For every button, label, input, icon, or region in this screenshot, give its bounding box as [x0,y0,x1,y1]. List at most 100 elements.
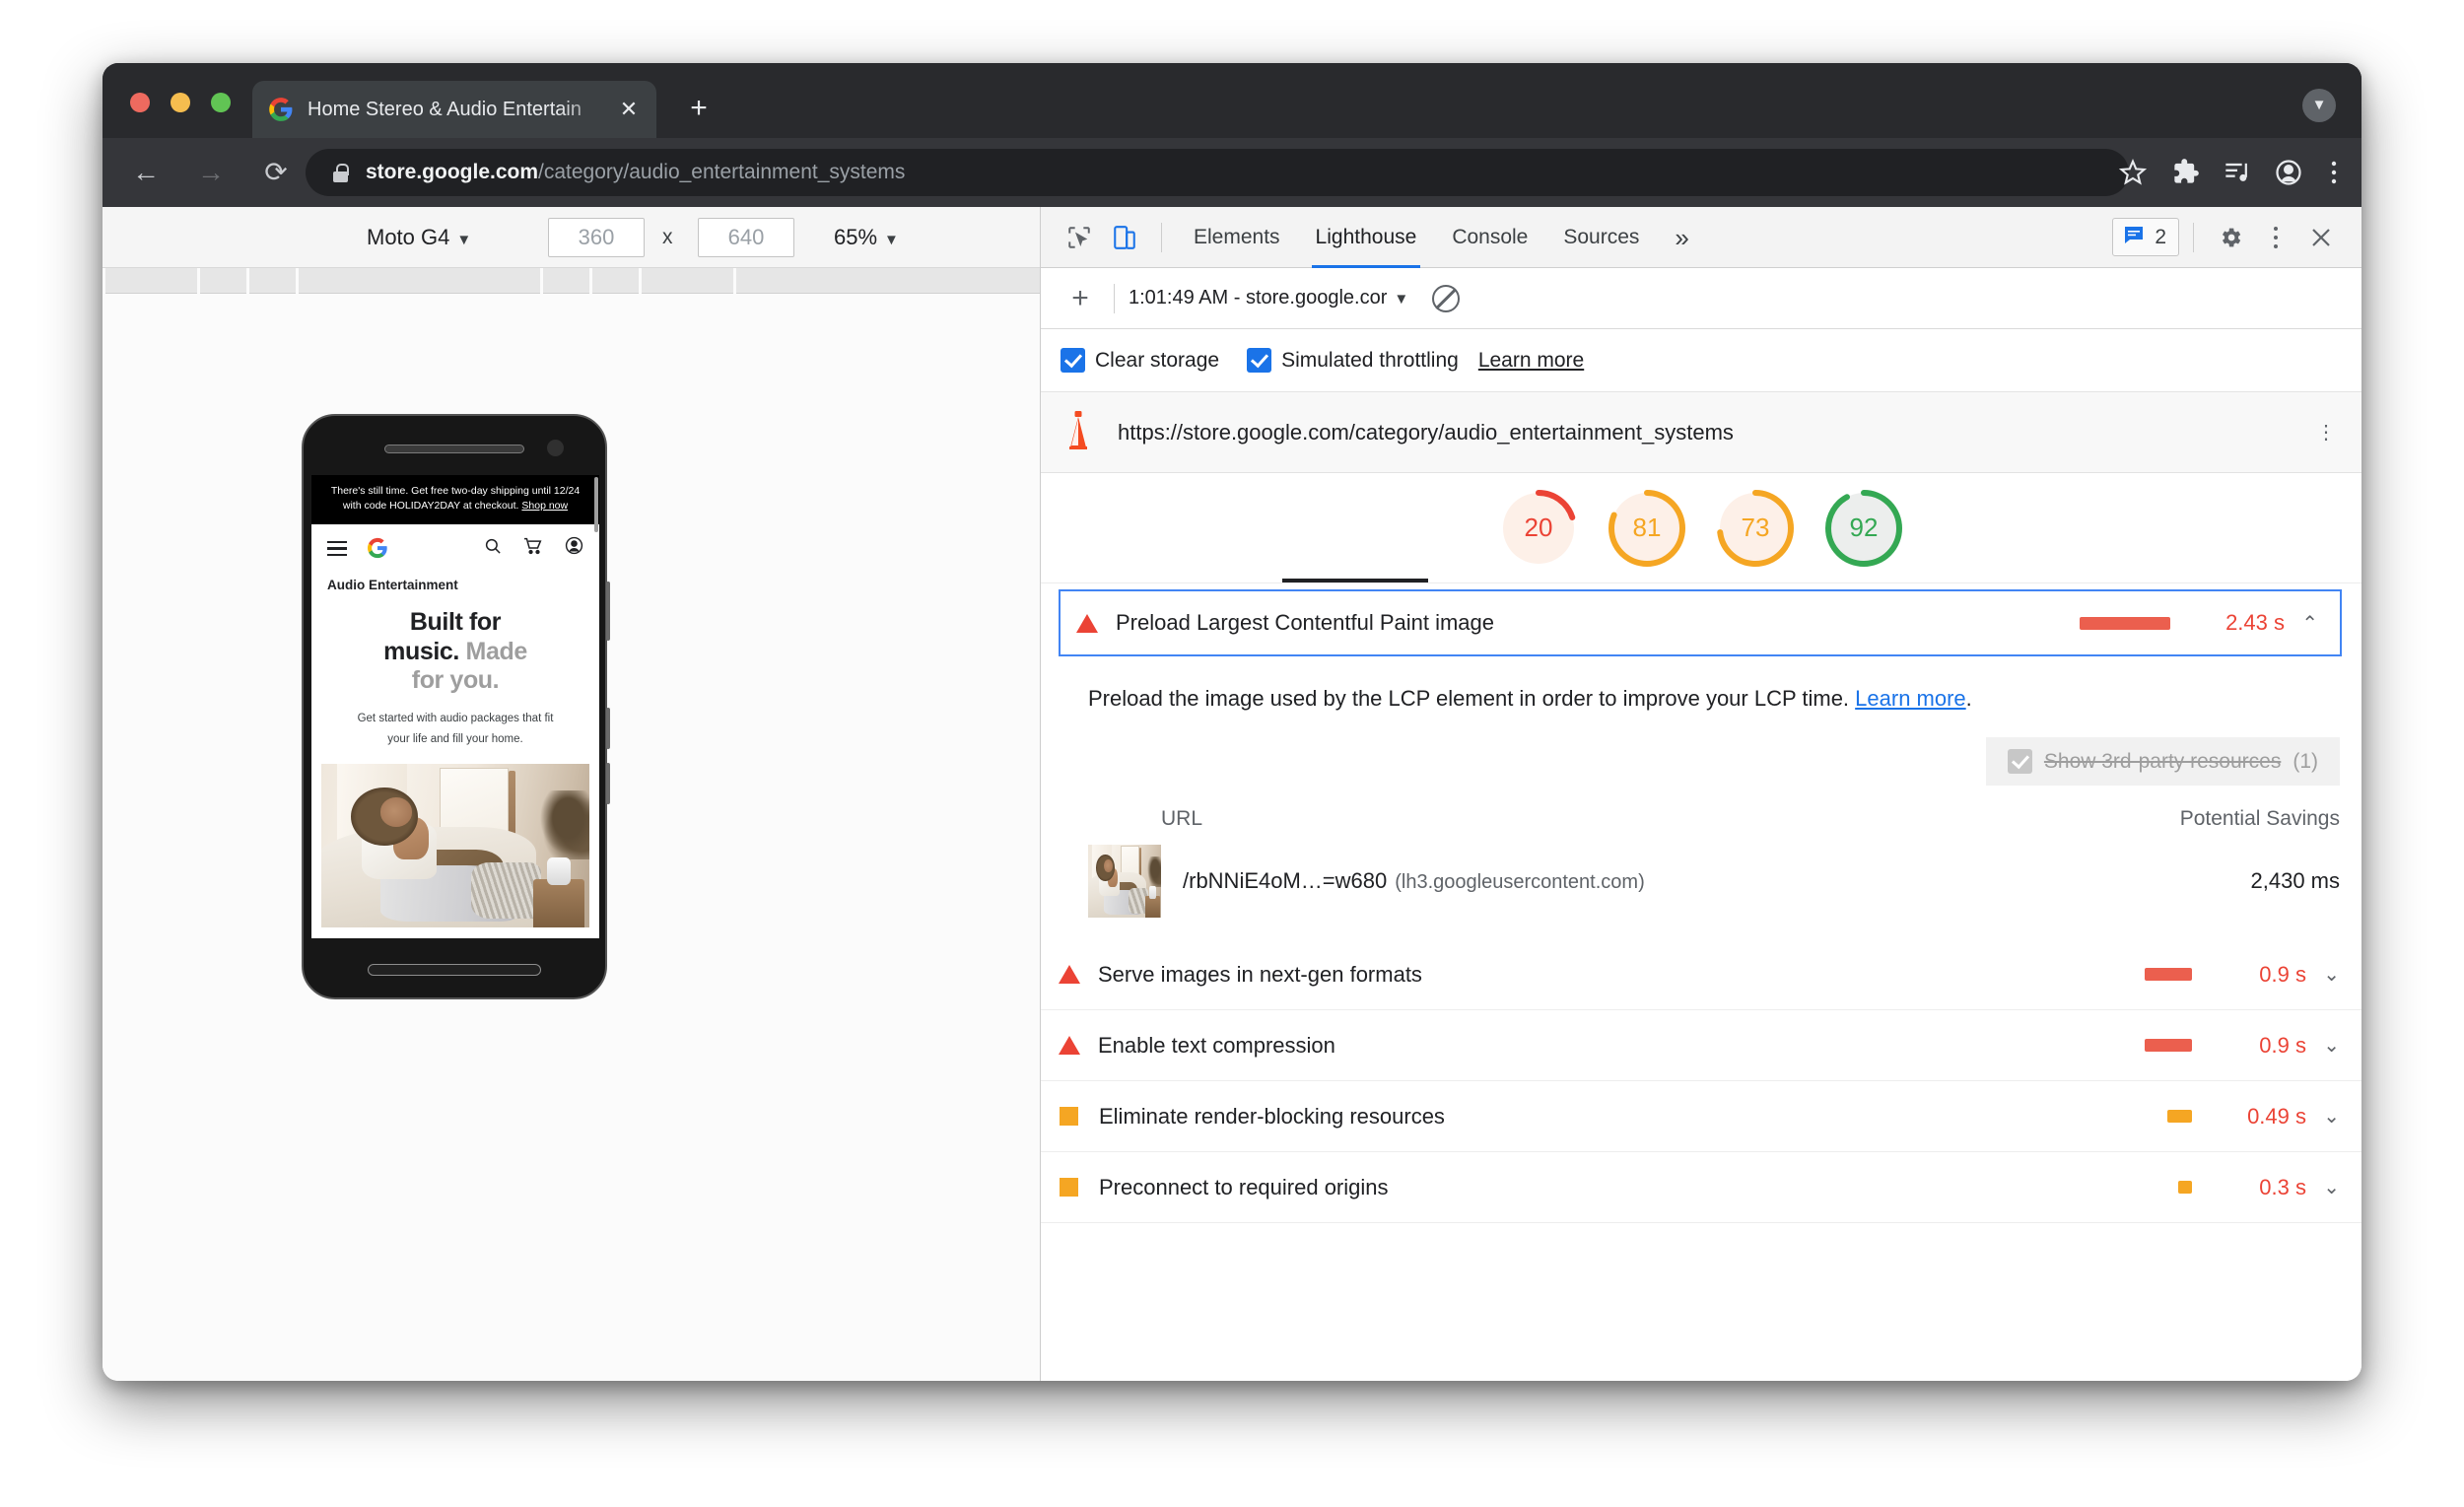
audit-title: Preload Largest Contentful Paint image [1116,610,1495,635]
lock-icon [333,163,349,182]
tab-list-chevron-down-icon[interactable]: ▼ [2302,89,2336,122]
window-controls[interactable] [130,93,231,112]
close-window-button[interactable] [130,93,150,112]
search-icon[interactable] [484,537,502,560]
zoom-selector[interactable]: 65% ▼ [834,225,899,250]
promo-banner[interactable]: There's still time. Get free two-day shi… [311,475,599,525]
clear-storage-checkbox[interactable] [1061,348,1085,373]
tab-lighthouse[interactable]: Lighthouse [1298,207,1435,268]
audit-run-selector[interactable]: 1:01:49 AM - store.google.cor ▼ [1129,287,1408,309]
audit-row[interactable]: Preconnect to required origins 0.3 s ⌄ [1041,1152,2361,1223]
hero-line-2-muted: Made [458,637,528,665]
hero-line-3-muted: for you. [411,666,500,695]
audited-url-text: https://store.google.com/category/audio_… [1118,419,1734,445]
phone-home-bar [368,964,541,976]
warning-square-icon [1060,1178,1078,1197]
tab-sources[interactable]: Sources [1545,207,1657,268]
viewport-width-input[interactable]: 360 [548,217,645,257]
emulated-page-screen[interactable]: There's still time. Get free two-day shi… [311,475,599,938]
page-scrollbar[interactable] [594,477,598,532]
chevron-down-icon: ▼ [1394,291,1409,308]
back-arrow-icon[interactable]: ← [124,151,168,194]
audit-row[interactable]: Enable text compression 0.9 s ⌄ [1041,1010,2361,1081]
gauge-performance[interactable]: 20 [1496,486,1581,571]
extensions-puzzle-icon[interactable] [2164,151,2208,194]
throttling-learn-more-link[interactable]: Learn more [1478,349,1584,373]
audit-row-focused[interactable]: Preload Largest Contentful Paint image 2… [1059,589,2342,656]
tab-console[interactable]: Console [1434,207,1545,268]
phone-power-button [606,763,610,804]
toolbar-divider-right [2193,222,2194,252]
chevron-down-icon: ▼ [884,231,899,248]
audit-row[interactable]: Eliminate render-blocking resources 0.49… [1041,1081,2361,1152]
browser-tab[interactable]: Home Stereo & Audio Entertain ✕ [252,81,656,138]
audit-more-options-icon[interactable]: ⋮ [2316,420,2336,445]
minimize-window-button[interactable] [171,93,190,112]
media-playlist-icon[interactable] [2216,151,2259,194]
zoom-value: 65% [834,224,878,249]
devtools-tab-bar: Elements Lighthouse Console Sources » 2 [1041,207,2361,268]
more-tabs-chevron-double-right-icon[interactable]: » [1657,207,1706,268]
column-header-savings: Potential Savings [2179,807,2340,830]
address-bar-url: store.google.com/category/audio_entertai… [366,161,905,184]
gauge-accessibility[interactable]: 81 [1605,486,1689,571]
chevron-down-icon[interactable]: ⌄ [2306,1033,2340,1058]
google-logo-icon[interactable] [367,537,388,559]
device-selector[interactable]: Moto G4 ▼ [367,225,471,250]
new-tab-button[interactable]: + [682,93,716,126]
account-icon[interactable] [565,536,583,560]
profile-avatar-icon[interactable] [2267,151,2310,194]
page-category-title: Audio Entertainment [327,578,458,593]
message-count-badge[interactable]: 2 [2112,218,2179,256]
tab-strip: Home Stereo & Audio Entertain ✕ + ▼ [103,63,2361,138]
chevron-up-icon[interactable]: ⌃ [2285,611,2318,636]
simulated-throttling-checkbox[interactable] [1247,348,1272,373]
devtools-pane: Elements Lighthouse Console Sources » 2 [1041,207,2361,1381]
score-gauges: 20 81 73 92 [1041,473,2361,583]
resource-url[interactable]: /rbNNiE4oM…=w680 (lh3.googleusercontent.c… [1183,868,2251,894]
show-third-party-toggle[interactable]: Show 3rd-party resources (1) [1985,737,2340,786]
chevron-down-icon[interactable]: ⌄ [2306,962,2340,987]
audit-learn-more-link[interactable]: Learn more [1855,686,1966,711]
viewport-height-input[interactable]: 640 [698,217,794,257]
maximize-window-button[interactable] [211,93,231,112]
third-party-checkbox[interactable] [2007,749,2032,774]
url-path: /category/audio_entertainment_systems [538,161,906,183]
chevron-down-icon[interactable]: ⌄ [2306,1175,2340,1199]
devtools-menu-icon[interactable] [2253,215,2298,260]
device-toolbar-icon[interactable] [1102,215,1147,260]
audited-url-row: https://store.google.com/category/audio_… [1041,392,2361,473]
hamburger-menu-icon[interactable] [327,537,347,560]
inspect-cursor-icon[interactable] [1057,215,1102,260]
chevron-down-icon[interactable]: ⌄ [2306,1104,2340,1129]
phone-frame: There's still time. Get free two-day shi… [302,414,610,999]
clear-prohibited-icon[interactable] [1432,284,1461,312]
site-navigation-bar [311,524,599,573]
audit-row[interactable]: Serve images in next-gen formats 0.9 s ⌄ [1041,939,2361,1010]
address-bar[interactable]: store.google.com/category/audio_entertai… [306,149,2129,196]
promo-shop-now-link[interactable]: Shop now [521,500,568,512]
gauge-best-practices[interactable]: 73 [1713,486,1798,571]
resource-url-path: /rbNNiE4oM…=w680 [1183,868,1388,893]
resource-table-row[interactable]: /rbNNiE4oM…=w680 (lh3.googleusercontent.c… [1041,831,2361,939]
gauge-seo[interactable]: 92 [1821,486,1906,571]
resource-url-host: (lh3.googleusercontent.com) [1395,871,1645,893]
browser-menu-icon[interactable] [2312,151,2356,194]
chevron-down-icon: ▼ [456,231,472,248]
reload-icon[interactable]: ⟳ [254,151,298,194]
phone-volume-button [606,582,610,641]
shopping-cart-icon[interactable] [523,537,543,560]
phone-speaker [384,445,524,453]
tab-elements[interactable]: Elements [1176,207,1298,268]
tab-close-icon[interactable]: ✕ [615,96,643,123]
close-devtools-icon[interactable] [2298,215,2344,260]
gear-icon[interactable] [2208,215,2253,260]
google-favicon-icon [268,97,294,122]
audit-impact-bar [2080,616,2170,630]
toolbar-divider [1114,283,1115,313]
message-icon [2122,223,2146,251]
forward-arrow-icon[interactable]: → [189,151,233,194]
new-audit-plus-icon[interactable]: + [1061,282,1100,315]
star-icon[interactable] [2111,151,2155,194]
toolbar-divider [1161,222,1162,252]
